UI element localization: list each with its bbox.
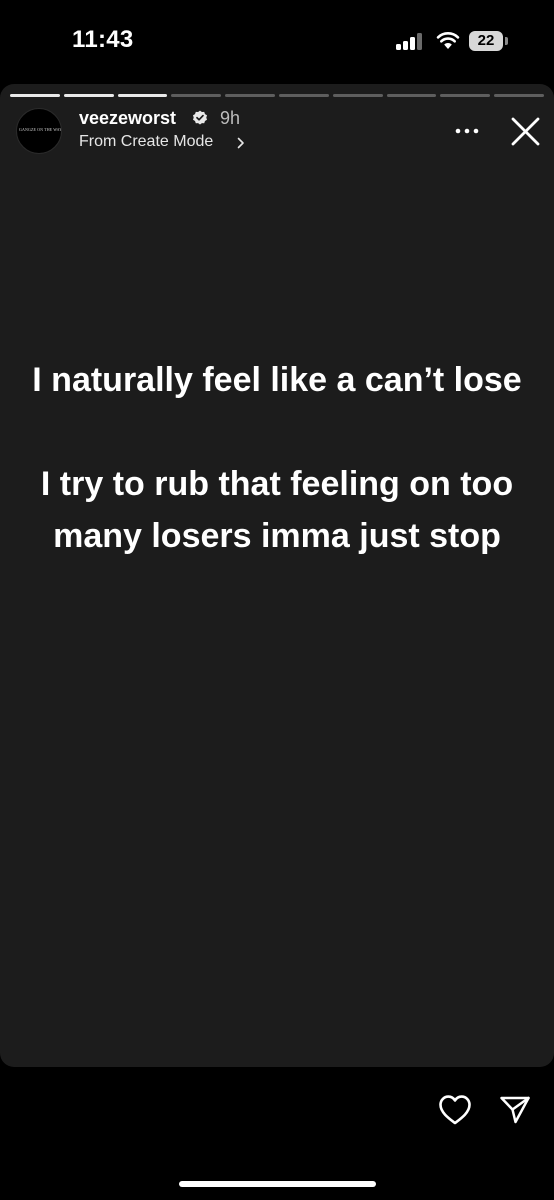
chevron-right-icon[interactable] — [237, 137, 245, 149]
story-progress-segment — [386, 94, 437, 97]
story-progress-segment — [440, 94, 491, 97]
battery-nub — [505, 37, 508, 45]
story-time-ago: 9h — [220, 108, 241, 128]
wifi-icon — [436, 32, 460, 49]
status-bar: 11:43 22 — [0, 0, 554, 84]
create-mode-link[interactable]: From Create Mode — [79, 133, 213, 151]
signal-icon — [396, 33, 424, 50]
send-icon[interactable] — [499, 1095, 531, 1125]
status-time: 11:43 — [72, 26, 134, 53]
close-icon[interactable] — [511, 117, 540, 146]
story-progress-segment — [494, 94, 544, 97]
avatar-logo-text: GANGZE ON THE WAY! — [19, 127, 62, 132]
battery-icon: 22 — [469, 31, 503, 51]
more-options-icon[interactable] — [455, 128, 479, 134]
heart-icon[interactable] — [438, 1094, 472, 1126]
verified-badge-icon — [193, 110, 207, 125]
story-progress-segment — [117, 94, 168, 97]
home-indicator[interactable] — [179, 1181, 376, 1187]
avatar[interactable]: GANGZE ON THE WAY! — [16, 108, 62, 154]
story-progress-segment — [171, 94, 222, 97]
story-progress-segment — [278, 94, 329, 97]
story-progress-segment — [63, 94, 114, 97]
username[interactable]: veezeworst — [79, 108, 176, 129]
story-progress-segment — [332, 94, 383, 97]
story-text-paragraph-2: I try to rub that feeling on too many lo… — [40, 465, 514, 555]
story-text-paragraph-1: I naturally feel like a can’t lose — [32, 361, 522, 399]
story-progress-bar — [10, 94, 544, 97]
story-progress-segment — [10, 94, 60, 97]
story-text: I naturally feel like a can’t lose I try… — [20, 354, 534, 562]
story-card[interactable]: GANGZE ON THE WAY! veezeworst 9h From Cr… — [0, 84, 554, 1067]
story-progress-segment — [225, 94, 275, 97]
